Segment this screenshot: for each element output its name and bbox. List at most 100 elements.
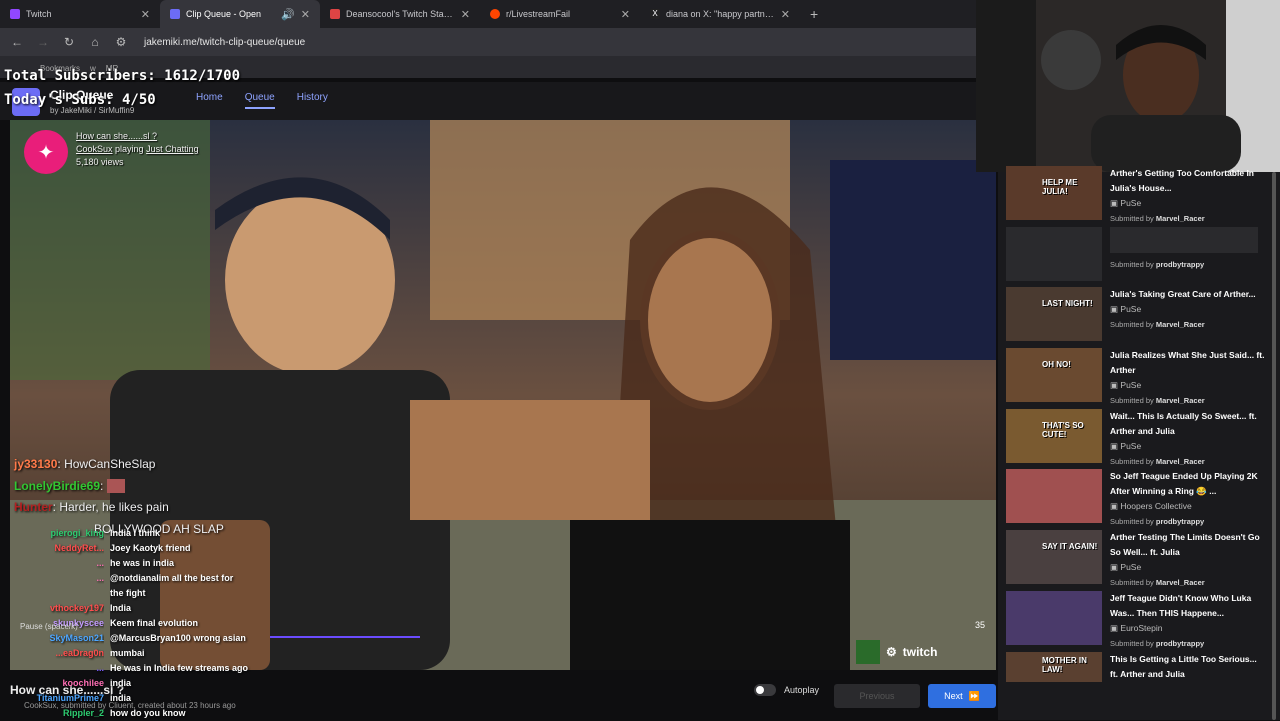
clip-title[interactable]: How can she......sl ? <box>76 130 199 143</box>
clip-counter: 35 <box>975 620 986 630</box>
submitter: Marvel_Racer <box>1155 214 1205 223</box>
chat-row: ... He was in India few streams ago <box>24 661 248 676</box>
url-field[interactable]: jakemiki.me/twitch-clip-queue/queue <box>140 32 966 52</box>
reload-icon[interactable]: ↻ <box>62 35 76 49</box>
chat-row: NeddyRet... Joey Kaotyk friend <box>24 541 248 556</box>
tab-label: diana on X: "happy partner ann <box>666 9 775 19</box>
video-progress-bar[interactable] <box>270 636 420 638</box>
clip-thumbnail[interactable]: THAT'S SO CUTE! <box>1006 408 1102 463</box>
close-tab-icon[interactable]: ✕ <box>621 8 630 21</box>
back-icon[interactable]: ← <box>10 35 24 49</box>
thumbnail-caption: LAST NIGHT! <box>1042 299 1093 309</box>
channel-icon: ▣ <box>1110 562 1119 573</box>
playing-label: playing <box>115 144 144 154</box>
submitted-label: Submitted by <box>1110 259 1154 269</box>
chat-text: He was in India few streams ago <box>110 663 249 673</box>
channel-logo-icon <box>856 640 880 664</box>
speaker-icon[interactable]: 🔊 <box>281 8 295 21</box>
title-placeholder <box>1110 226 1258 253</box>
browser-tab[interactable]: Xdiana on X: "happy partner ann ✕ <box>640 0 800 28</box>
tab-label: Twitch <box>26 9 52 19</box>
autoplay-label: Autoplay <box>784 685 820 695</box>
emote-icon <box>106 479 125 494</box>
browser-tab[interactable]: Twitch ✕ <box>0 0 160 28</box>
clip-thumbnail[interactable]: HELP ME JULIA! <box>1006 166 1102 220</box>
clip-thumbnail-placeholder[interactable] <box>1006 226 1102 281</box>
chat-row: vthockey197 India <box>24 601 248 616</box>
home-icon[interactable]: ⌂ <box>88 35 102 49</box>
queue-item[interactable]: SAY IT AGAIN! Arther Testing The Limits … <box>1006 530 1266 591</box>
chat-username: LonelyBirdie69 <box>14 478 101 493</box>
autoplay-control[interactable]: Autoplay <box>754 684 819 696</box>
queue-item[interactable]: THAT'S SO CUTE! Wait... This Is Actually… <box>1006 408 1266 470</box>
chat-text: India i think <box>110 528 161 538</box>
queue-item[interactable]: Jeff Teague Didn't Know Who Luka Was... … <box>1006 590 1266 652</box>
clip-thumbnail[interactable] <box>1006 590 1102 645</box>
chat-username: NeddyRet... <box>54 543 104 553</box>
clip-thumbnail[interactable]: SAY IT AGAIN! <box>1006 530 1102 585</box>
streamer-webcam <box>976 0 1280 172</box>
queue-item[interactable]: So Jeff Teague Ended Up Playing 2K After… <box>1006 469 1266 530</box>
tab-label: Clip Queue - Open <box>186 9 262 19</box>
address-bar-row: ← → ↻ ⌂ ⚙ jakemiki.me/twitch-clip-queue/… <box>0 28 976 56</box>
twitch-favicon-icon <box>10 9 20 19</box>
previous-label: Previous <box>859 691 895 701</box>
twitch-watermark: ⚙ twitch <box>856 640 937 664</box>
chat-row: the fight <box>24 586 248 601</box>
close-tab-icon[interactable]: ✕ <box>301 8 310 21</box>
chat-message: LonelyBirdie69: <box>14 476 224 498</box>
x-favicon-icon: X <box>650 9 660 19</box>
autoplay-toggle[interactable] <box>754 684 776 696</box>
settings-icon[interactable]: ⚙ <box>886 645 897 659</box>
chat-text: @notdianalim all the best for <box>110 573 234 583</box>
previous-button[interactable]: Previous <box>834 684 920 708</box>
browser-tab-active[interactable]: Clip Queue - Open 🔊 ✕ <box>160 0 320 28</box>
queue-item[interactable]: OH NO! Julia Realizes What She Just Said… <box>1006 348 1266 409</box>
browser-tab[interactable]: Deansocool's Twitch Statistics - ✕ <box>320 0 480 28</box>
site-info-icon[interactable]: ⚙ <box>114 35 128 49</box>
chat-text: Joey Kaotyk friend <box>110 543 191 553</box>
chat-row: SkyMason21 @MarcusBryan100 wrong asian <box>24 631 248 646</box>
browser-tab[interactable]: r/LivestreamFail ✕ <box>480 0 640 28</box>
submitted-label: Submitted by <box>1110 517 1154 527</box>
queue-item-channel: PuSe <box>1120 440 1142 451</box>
channel-link[interactable]: CookSux <box>76 144 113 154</box>
chat-row: pierogi_king India i think <box>24 526 248 541</box>
channel-avatar-icon[interactable]: ✦ <box>24 130 68 174</box>
queue-item[interactable]: LAST NIGHT! Julia's Taking Great Care of… <box>1006 287 1266 348</box>
twitch-logo-icon[interactable]: twitch <box>903 645 938 659</box>
clip-thumbnail[interactable]: OH NO! <box>1006 348 1102 403</box>
next-button[interactable]: Next ⏩ <box>928 684 996 708</box>
sub-goal-overlay: Total Subscribers: 1612/1700 Today's Sub… <box>4 64 240 112</box>
close-tab-icon[interactable]: ✕ <box>781 8 790 21</box>
queue-item-channel: PuSe <box>1120 198 1142 208</box>
queue-item-title: Julia Realizes What She Just Said... ft.… <box>1110 350 1265 376</box>
forward-icon[interactable]: → <box>36 35 50 49</box>
reddit-favicon-icon <box>490 9 500 19</box>
clip-thumbnail[interactable] <box>1006 469 1102 524</box>
queue-item-channel: PuSe <box>1120 380 1142 391</box>
channel-icon: ▣ <box>1110 622 1119 633</box>
chat-text: the fight <box>110 588 146 598</box>
chat-username: ... <box>96 663 104 673</box>
category-link[interactable]: Just Chatting <box>146 144 199 154</box>
nav-queue[interactable]: Queue <box>244 92 275 109</box>
nav-history[interactable]: History <box>297 92 328 109</box>
submitted-label: Submitted by <box>1110 456 1154 466</box>
new-tab-icon[interactable]: + <box>800 6 828 22</box>
close-tab-icon[interactable]: ✕ <box>141 8 150 21</box>
chat-username: jy33130 <box>14 457 58 471</box>
chat-text: HowCanSheSlap <box>64 457 156 471</box>
queue-item[interactable]: HELP ME JULIA! Arther's Getting Too Comf… <box>1006 166 1266 227</box>
clip-thumbnail[interactable]: MOTHER IN LAW! <box>1006 651 1102 682</box>
queue-item[interactable]: Submitted by prodbytrappy <box>1006 226 1266 288</box>
chat-username: Rippler_2 <box>62 708 104 718</box>
queue-item[interactable]: MOTHER IN LAW! This Is Getting a Little … <box>1006 651 1266 713</box>
clip-thumbnail[interactable]: LAST NIGHT! <box>1006 287 1102 342</box>
chat-text: @MarcusBryan100 wrong asian <box>110 633 246 643</box>
tab-label: r/LivestreamFail <box>506 9 571 19</box>
close-tab-icon[interactable]: ✕ <box>461 8 470 21</box>
view-count: 5,180 views <box>76 157 124 167</box>
submitter: Marvel_Racer <box>1155 396 1205 406</box>
queue-scrollbar[interactable] <box>1272 172 1276 720</box>
